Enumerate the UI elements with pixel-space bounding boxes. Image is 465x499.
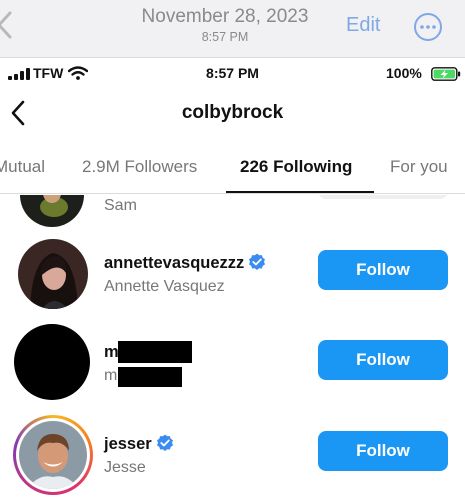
edit-button[interactable]: Edit xyxy=(346,14,380,37)
verified-badge-icon xyxy=(156,434,173,451)
avatar[interactable] xyxy=(20,195,84,227)
tab-for-you[interactable]: For you xyxy=(390,157,448,177)
active-tab-indicator xyxy=(226,191,374,193)
redaction-bar xyxy=(118,341,192,363)
tab-mutual[interactable]: Mutual xyxy=(0,157,45,177)
follow-button[interactable]: Follow xyxy=(318,340,448,380)
user-full-name: m xyxy=(104,367,118,384)
user-handle[interactable]: m xyxy=(104,343,119,362)
redaction-bar xyxy=(118,367,182,387)
user-handle-text: m xyxy=(104,343,119,361)
follow-button[interactable]: Follow xyxy=(318,250,448,290)
tab-following[interactable]: 226 Following xyxy=(240,157,352,177)
verified-badge-icon xyxy=(249,253,266,270)
avatar[interactable] xyxy=(18,239,88,309)
user-full-name: Sam xyxy=(104,197,137,214)
user-handle-text: annettevasquezzz xyxy=(104,254,245,272)
profile-nav: colbybrock xyxy=(0,90,465,140)
list-item[interactable]: m m Follow xyxy=(0,320,465,410)
battery-percentage: 100% xyxy=(386,65,422,81)
viewer-header: November 28, 2023 8:57 PM Edit xyxy=(0,0,465,58)
following-list: Sam annettevasquezzz Annette Vasquez Fol… xyxy=(0,195,465,499)
ellipsis-circle-icon[interactable] xyxy=(413,12,443,42)
follow-tabs: Mutual 2.9M Followers 226 Following For … xyxy=(0,140,465,194)
following-button[interactable] xyxy=(318,195,448,199)
viewer-date: November 28, 2023 xyxy=(141,6,309,27)
tab-followers[interactable]: 2.9M Followers xyxy=(82,157,197,177)
follow-button[interactable]: Follow xyxy=(318,431,448,471)
user-handle-text: jesser xyxy=(104,435,152,453)
avatar[interactable] xyxy=(19,421,87,489)
list-item[interactable]: annettevasquezzz Annette Vasquez Follow xyxy=(0,229,465,319)
user-handle[interactable]: annettevasquezzz xyxy=(104,253,266,273)
profile-username: colbybrock xyxy=(181,102,284,123)
status-bar: TFW 8:57 PM 100% xyxy=(0,58,465,90)
user-full-name: Jesse xyxy=(104,459,146,476)
list-item[interactable]: jesser Jesse Follow xyxy=(0,410,465,499)
user-full-name: Annette Vasquez xyxy=(104,278,225,295)
battery-charging-icon xyxy=(431,67,461,81)
viewer-time: 8:57 PM xyxy=(201,30,249,44)
user-handle[interactable]: jesser xyxy=(104,434,174,454)
avatar[interactable] xyxy=(14,324,90,400)
